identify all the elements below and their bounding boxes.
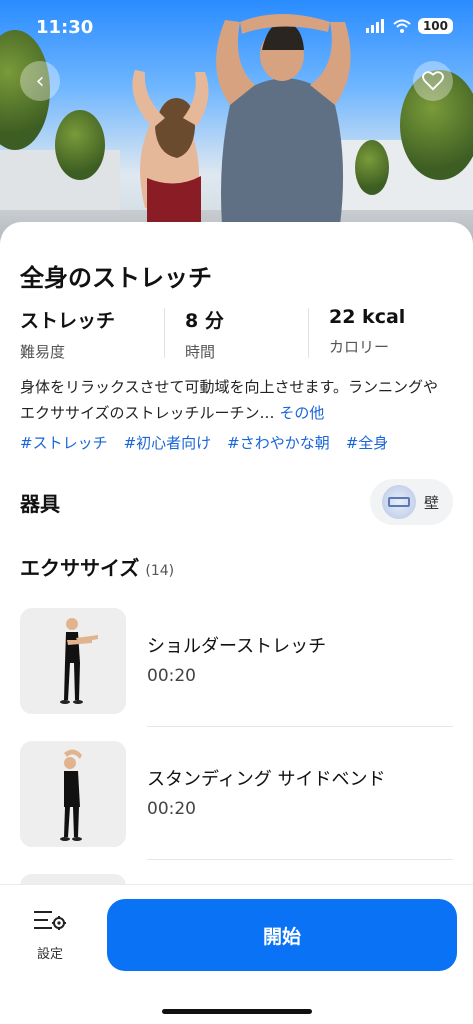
back-button[interactable]: ‹ bbox=[20, 61, 60, 101]
settings-label: 設定 bbox=[36, 947, 63, 962]
exercise-thumbnail bbox=[20, 608, 126, 714]
signal-icon bbox=[365, 19, 384, 33]
exercises-title: エクササイズ (14) bbox=[20, 552, 174, 581]
woman-figure bbox=[132, 70, 209, 223]
tag-list: #ストレッチ #初心者向け #さわやかな朝 #全身 bbox=[20, 432, 465, 453]
exercise-duration: 00:20 bbox=[147, 666, 196, 686]
exercise-name: スタンディング サイドベンド bbox=[147, 769, 386, 790]
stat-difficulty: ストレッチ 難易度 bbox=[20, 306, 164, 362]
page-title: 全身のストレッチ bbox=[20, 264, 212, 292]
battery-indicator: 100 bbox=[417, 18, 453, 34]
home-indicator bbox=[162, 1009, 312, 1014]
settings-list-icon bbox=[34, 911, 66, 930]
wifi-icon bbox=[393, 19, 411, 33]
stat-label: 時間 bbox=[185, 343, 216, 361]
exercise-duration: 00:20 bbox=[147, 799, 196, 819]
status-bar: 11:30 100 bbox=[0, 0, 473, 54]
status-icons: 100 bbox=[365, 18, 453, 34]
divider bbox=[147, 726, 453, 727]
equipment-chip[interactable]: 壁 bbox=[369, 479, 453, 525]
exercise-item[interactable]: スタンディング サイドベンド 00:20 bbox=[20, 741, 453, 873]
settings-button[interactable]: 設定 bbox=[28, 907, 72, 962]
stats-row: ストレッチ 難易度 8 分 時間 22 kcal カロリー bbox=[20, 306, 453, 362]
tag[interactable]: #全身 bbox=[346, 432, 389, 453]
exercises-title-text: エクササイズ bbox=[20, 556, 140, 580]
bottom-bar: 設定 開始 bbox=[0, 884, 473, 1024]
stat-value: ストレッチ bbox=[20, 310, 116, 332]
tag[interactable]: #さわやかな朝 bbox=[227, 432, 330, 453]
exercise-thumbnail bbox=[20, 741, 126, 847]
exercise-item[interactable]: ショルダーストレッチ 00:20 bbox=[20, 608, 453, 740]
divider bbox=[147, 859, 453, 860]
stat-value: 8 分 bbox=[185, 310, 224, 332]
favorite-button[interactable] bbox=[413, 61, 453, 101]
more-link[interactable]: その他 bbox=[279, 404, 324, 422]
description-text: 身体をリラックスさせて可動域を向上させます。ランニングやエクササイズのストレッチ… bbox=[20, 378, 439, 422]
stat-calories: 22 kcal カロリー bbox=[309, 306, 453, 362]
stat-value: 22 kcal bbox=[329, 306, 406, 328]
tag[interactable]: #初心者向け bbox=[124, 432, 212, 453]
tag[interactable]: #ストレッチ bbox=[20, 432, 108, 453]
stat-label: 難易度 bbox=[20, 343, 66, 361]
description: 身体をリラックスさせて可動域を向上させます。ランニングやエクササイズのストレッチ… bbox=[20, 374, 453, 426]
chevron-left-icon: ‹ bbox=[35, 68, 45, 94]
exercises-count: (14) bbox=[145, 563, 175, 579]
stat-label: カロリー bbox=[329, 338, 390, 356]
status-time: 11:30 bbox=[36, 17, 94, 38]
start-button[interactable]: 開始 bbox=[107, 899, 457, 971]
heart-icon bbox=[422, 71, 444, 91]
stat-time: 8 分 時間 bbox=[165, 306, 308, 362]
equipment-label: 壁 bbox=[423, 493, 439, 512]
exercise-name: ショルダーストレッチ bbox=[147, 636, 327, 657]
wall-icon bbox=[381, 485, 416, 519]
equipment-title: 器具 bbox=[20, 492, 60, 516]
